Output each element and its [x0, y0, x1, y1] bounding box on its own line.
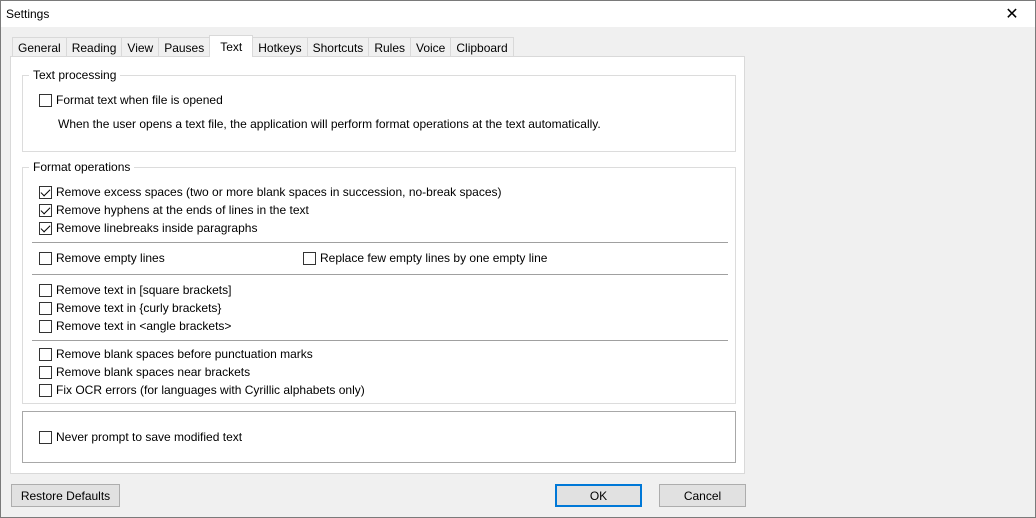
misc-group: Never prompt to save modified text — [22, 411, 736, 463]
checkbox-box[interactable] — [39, 251, 52, 265]
settings-window: Settings ✕ General Reading View Pauses T… — [0, 0, 1036, 518]
checkbox-box[interactable] — [39, 319, 52, 333]
format-on-open-description: When the user opens a text file, the app… — [58, 117, 601, 131]
checkbox-label: Remove text in <angle brackets> — [56, 319, 232, 333]
checkbox-box[interactable] — [39, 185, 52, 199]
checkbox-box[interactable] — [303, 251, 316, 265]
format-operations-legend: Format operations — [29, 160, 135, 174]
checkbox-label: Format text when file is opened — [56, 93, 223, 107]
checkbox-box[interactable] — [39, 283, 52, 297]
remove-angle-brackets-checkbox[interactable]: Remove text in <angle brackets> — [39, 318, 231, 334]
remove-hyphens-checkbox[interactable]: Remove hyphens at the ends of lines in t… — [39, 202, 309, 218]
text-processing-legend: Text processing — [29, 68, 121, 82]
remove-curly-brackets-checkbox[interactable]: Remove text in {curly brackets} — [39, 300, 221, 316]
checkbox-label: Remove empty lines — [56, 251, 165, 265]
fix-ocr-errors-checkbox[interactable]: Fix OCR errors (for languages with Cyril… — [39, 382, 365, 398]
separator — [32, 274, 728, 275]
text-processing-group: Text processing Format text when file is… — [22, 68, 736, 152]
remove-spaces-brackets-checkbox[interactable]: Remove blank spaces near brackets — [39, 364, 250, 380]
checkbox-box[interactable] — [39, 93, 52, 107]
tab-pauses[interactable]: Pauses — [158, 37, 211, 57]
checkbox-label: Remove blank spaces near brackets — [56, 365, 251, 379]
tab-voice[interactable]: Voice — [410, 37, 452, 57]
checkbox-box[interactable] — [39, 301, 52, 315]
remove-excess-spaces-checkbox[interactable]: Remove excess spaces (two or more blank … — [39, 184, 502, 200]
remove-square-brackets-checkbox[interactable]: Remove text in [square brackets] — [39, 282, 231, 298]
checkbox-label: Remove hyphens at the ends of lines in t… — [56, 203, 309, 217]
cancel-button[interactable]: Cancel — [659, 484, 746, 507]
tab-hotkeys[interactable]: Hotkeys — [252, 37, 308, 57]
checkbox-label: Remove linebreaks inside paragraphs — [56, 221, 258, 235]
checkbox-label: Remove excess spaces (two or more blank … — [56, 185, 502, 199]
separator — [32, 340, 728, 341]
title-bar: Settings ✕ — [1, 1, 1035, 27]
checkbox-label: Remove text in [square brackets] — [56, 283, 232, 297]
checkbox-label: Remove text in {curly brackets} — [56, 301, 222, 315]
tab-view[interactable]: View — [121, 37, 160, 57]
checkbox-box[interactable] — [39, 365, 52, 379]
window-title: Settings — [6, 7, 50, 21]
checkbox-box[interactable] — [39, 430, 52, 444]
ok-button[interactable]: OK — [555, 484, 642, 507]
checkbox-label: Replace few empty lines by one empty lin… — [320, 251, 548, 265]
checkbox-box[interactable] — [39, 221, 52, 235]
checkbox-box[interactable] — [39, 383, 52, 397]
tab-reading[interactable]: Reading — [65, 37, 123, 57]
never-prompt-checkbox[interactable]: Never prompt to save modified text — [39, 429, 242, 445]
checkbox-box[interactable] — [39, 203, 52, 217]
checkbox-label: Never prompt to save modified text — [56, 430, 243, 444]
tab-rules[interactable]: Rules — [368, 37, 411, 57]
format-operations-group: Format operations Remove excess spaces (… — [22, 160, 736, 404]
close-icon[interactable]: ✕ — [989, 1, 1035, 27]
remove-linebreaks-checkbox[interactable]: Remove linebreaks inside paragraphs — [39, 220, 257, 236]
checkbox-label: Fix OCR errors (for languages with Cyril… — [56, 383, 365, 397]
remove-spaces-punctuation-checkbox[interactable]: Remove blank spaces before punctuation m… — [39, 346, 313, 362]
remove-empty-lines-checkbox[interactable]: Remove empty lines — [39, 250, 165, 266]
tab-text[interactable]: Text — [209, 35, 254, 57]
restore-defaults-button[interactable]: Restore Defaults — [11, 484, 120, 507]
tab-panel-text: Text processing Format text when file is… — [10, 56, 745, 474]
checkbox-label: Remove blank spaces before punctuation m… — [56, 347, 313, 361]
checkbox-box[interactable] — [39, 347, 52, 361]
tab-general[interactable]: General — [12, 37, 67, 57]
tab-shortcuts[interactable]: Shortcuts — [306, 37, 370, 57]
separator — [32, 242, 728, 243]
tab-strip: General Reading View Pauses Text Hotkeys… — [12, 35, 514, 57]
replace-empty-lines-checkbox[interactable]: Replace few empty lines by one empty lin… — [303, 250, 547, 266]
tab-clipboard[interactable]: Clipboard — [450, 37, 514, 57]
format-on-open-checkbox[interactable]: Format text when file is opened — [39, 92, 223, 108]
